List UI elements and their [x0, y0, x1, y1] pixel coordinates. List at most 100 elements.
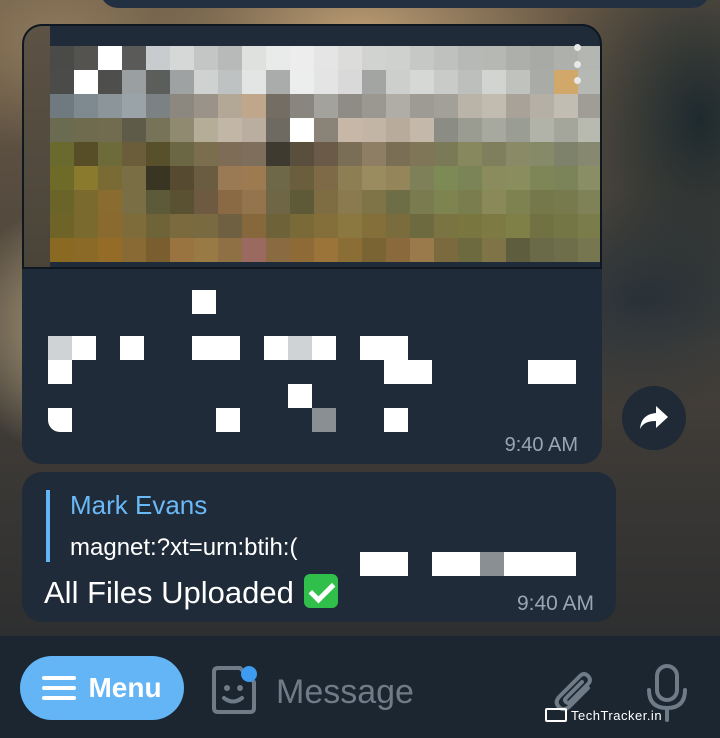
- more-vertical-icon[interactable]: [572, 44, 582, 84]
- mosaic-cell: [170, 190, 194, 214]
- message-text: All Files Uploaded: [44, 575, 294, 610]
- mosaic-cell: [170, 94, 194, 118]
- mosaic-cell: [194, 166, 218, 190]
- mosaic-cell: [530, 238, 554, 262]
- mosaic-cell: [50, 70, 74, 94]
- mosaic-cell: [434, 166, 458, 190]
- message-input[interactable]: [274, 666, 538, 718]
- mosaic-cell: [74, 94, 98, 118]
- mosaic-cell: [362, 118, 386, 142]
- redaction-block: [192, 290, 216, 314]
- mosaic-cell: [146, 142, 170, 166]
- redaction-block: [312, 408, 336, 432]
- redaction-block: [48, 408, 72, 432]
- mosaic-cell: [74, 46, 98, 70]
- redaction-block: [48, 360, 72, 384]
- mosaic-cell: [218, 70, 242, 94]
- mosaic-cell: [314, 70, 338, 94]
- message-bubble-media[interactable]: 9:40 AM: [22, 24, 602, 464]
- message-bubble-text[interactable]: Mark Evans magnet:?xt=urn:btih:( All Fil…: [22, 472, 616, 622]
- mosaic-cell: [98, 238, 122, 262]
- mosaic-cell: [554, 238, 578, 262]
- mosaic-cell: [410, 46, 434, 70]
- mosaic-cell: [50, 46, 74, 70]
- mosaic-cell: [386, 238, 410, 262]
- mosaic-cell: [122, 238, 146, 262]
- redaction-block: [48, 336, 72, 360]
- mosaic-cell: [530, 190, 554, 214]
- mosaic-cell: [434, 94, 458, 118]
- redaction-block: [480, 552, 504, 576]
- redaction-block: [192, 336, 240, 360]
- redaction-block: [360, 552, 408, 576]
- mosaic-cell: [362, 190, 386, 214]
- mosaic-cell: [242, 94, 266, 118]
- redaction-block: [312, 336, 336, 360]
- mosaic-cell: [530, 94, 554, 118]
- mosaic-cell: [146, 214, 170, 238]
- mosaic-cell: [98, 190, 122, 214]
- mosaic-cell: [314, 94, 338, 118]
- menu-button[interactable]: Menu: [20, 656, 184, 720]
- mosaic-cell: [98, 166, 122, 190]
- mosaic-cell: [410, 190, 434, 214]
- watermark-text: TechTracker.in: [571, 707, 663, 723]
- redaction-block: [432, 552, 480, 576]
- pixelated-media-preview[interactable]: [22, 24, 602, 269]
- mosaic-cell: [146, 190, 170, 214]
- mosaic-cell: [482, 118, 506, 142]
- mosaic-cell: [122, 142, 146, 166]
- mosaic-cell: [122, 166, 146, 190]
- message-text-line: All Files Uploaded: [44, 574, 338, 611]
- forward-icon: [640, 406, 668, 429]
- mosaic-cell: [386, 166, 410, 190]
- mosaic-cell: [146, 118, 170, 142]
- mosaic-cell: [338, 118, 362, 142]
- mosaic-cell: [146, 238, 170, 262]
- mosaic-cell: [506, 238, 530, 262]
- mosaic-cell: [410, 118, 434, 142]
- mosaic-cell: [74, 238, 98, 262]
- mosaic-cell: [122, 94, 146, 118]
- mosaic-cell: [290, 118, 314, 142]
- reply-snippet: magnet:?xt=urn:btih:(: [70, 534, 298, 561]
- sticker-icon[interactable]: [206, 662, 260, 718]
- mosaic-cell: [506, 94, 530, 118]
- mosaic-cell: [506, 46, 530, 70]
- mosaic-cell: [362, 94, 386, 118]
- menu-icon: [42, 676, 77, 700]
- mosaic-cell: [242, 238, 266, 262]
- mosaic-cell: [98, 94, 122, 118]
- mosaic-cell: [554, 94, 578, 118]
- mosaic-cell: [170, 46, 194, 70]
- mosaic-cell: [170, 166, 194, 190]
- redaction-block: [504, 552, 576, 576]
- forward-button[interactable]: [622, 386, 686, 450]
- mosaic-cell: [386, 214, 410, 238]
- mosaic-cell: [314, 214, 338, 238]
- mosaic-cell: [434, 214, 458, 238]
- mosaic-cell: [530, 70, 554, 94]
- mosaic-cell: [242, 214, 266, 238]
- check-mark-icon: [303, 574, 338, 608]
- mosaic-cell: [386, 94, 410, 118]
- mosaic-cell: [266, 142, 290, 166]
- reply-author: Mark Evans: [70, 490, 208, 520]
- mosaic-cell: [314, 118, 338, 142]
- mosaic-cell: [458, 214, 482, 238]
- mosaic-cell: [554, 142, 578, 166]
- pixelated-image: [50, 46, 600, 267]
- redaction-block: [264, 336, 288, 360]
- redaction-block: [384, 360, 432, 384]
- mosaic-cell: [146, 166, 170, 190]
- mosaic-cell: [482, 238, 506, 262]
- mosaic-cell: [314, 238, 338, 262]
- mosaic-cell: [434, 70, 458, 94]
- mosaic-cell: [362, 46, 386, 70]
- mosaic-cell: [362, 70, 386, 94]
- mosaic-cell: [506, 214, 530, 238]
- mosaic-cell: [458, 142, 482, 166]
- previous-message-bubble[interactable]: [100, 0, 710, 8]
- mosaic-cell: [506, 142, 530, 166]
- mosaic-cell: [170, 142, 194, 166]
